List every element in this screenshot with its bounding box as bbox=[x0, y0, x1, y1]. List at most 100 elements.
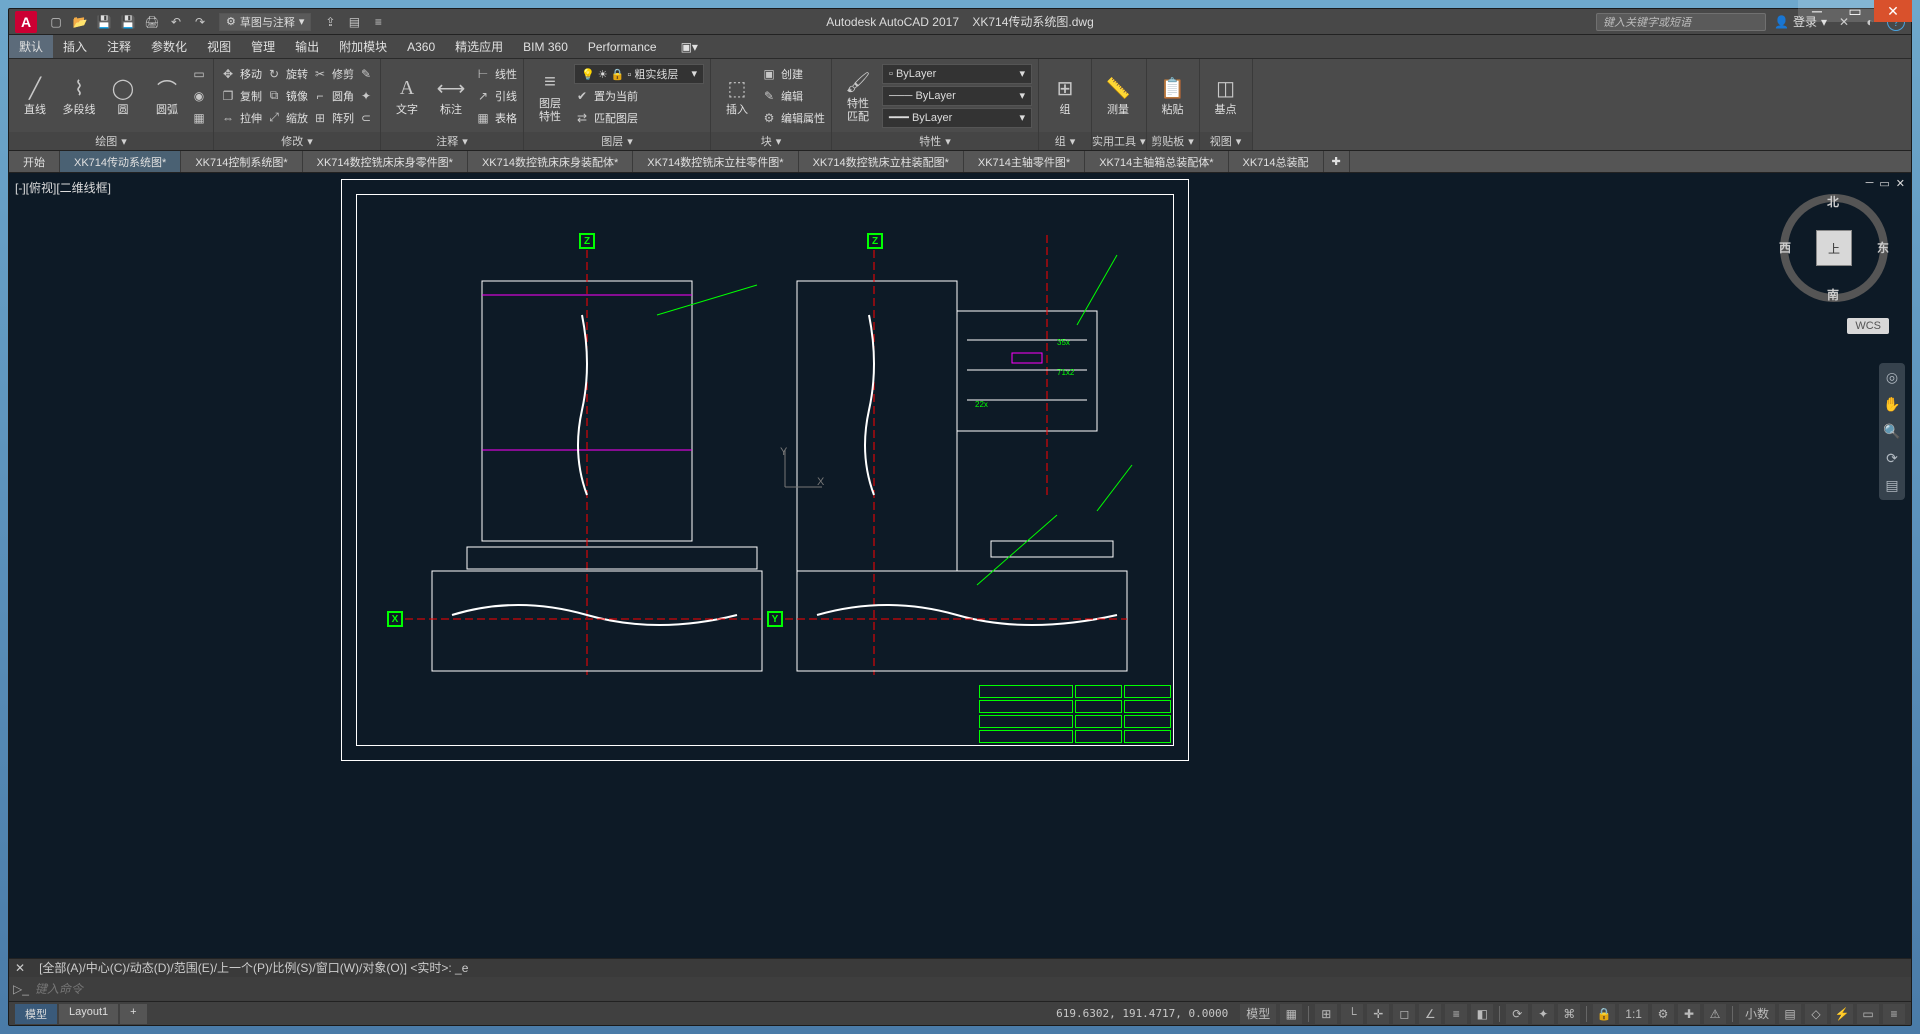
layer-props-button[interactable]: ≡图层 特性 bbox=[530, 63, 570, 129]
linear-dim-button[interactable]: ⊢线性 bbox=[475, 64, 517, 84]
layout-tab-add[interactable]: + bbox=[120, 1004, 146, 1024]
circle-button[interactable]: ◯圆 bbox=[103, 63, 143, 129]
panel-view-title[interactable]: 视图 ▾ bbox=[1200, 132, 1252, 150]
panel-draw-title[interactable]: 绘图 ▾ bbox=[9, 132, 213, 150]
command-input[interactable] bbox=[35, 982, 1907, 996]
rotate-button[interactable]: ↻旋转 bbox=[266, 64, 308, 84]
measure-button[interactable]: 📏测量 bbox=[1098, 63, 1138, 129]
tab-insert[interactable]: 插入 bbox=[53, 35, 97, 58]
wcs-badge[interactable]: WCS bbox=[1847, 318, 1889, 334]
doc-tab-9[interactable]: XK714总装配 bbox=[1229, 151, 1324, 172]
panel-block-title[interactable]: 块 ▾ bbox=[711, 132, 831, 150]
tab-manage[interactable]: 管理 bbox=[241, 35, 285, 58]
doc-tab-5[interactable]: XK714数控铣床立柱零件图* bbox=[633, 151, 798, 172]
doc-tab-2[interactable]: XK714控制系统图* bbox=[181, 151, 302, 172]
gear-button[interactable]: ⚙ bbox=[1652, 1004, 1674, 1024]
annoscale-button[interactable]: 🔒 bbox=[1593, 1004, 1615, 1024]
layer-selector[interactable]: 💡 ☀ 🔒 ▫ 粗实线层▾ bbox=[574, 64, 704, 84]
isodraft-toggle[interactable]: ◇ bbox=[1805, 1004, 1827, 1024]
fillet-button[interactable]: ⌐圆角 bbox=[312, 86, 354, 106]
linetype-selector[interactable]: ─── ByLayer▾ bbox=[882, 86, 1032, 106]
match-layer-button[interactable]: ⇄匹配图层 bbox=[574, 108, 704, 128]
block-editattr-button[interactable]: ⚙编辑属性 bbox=[761, 108, 825, 128]
viewcube-east[interactable]: 东 bbox=[1877, 239, 1889, 256]
vp-maximize-icon[interactable]: ▭ bbox=[1879, 177, 1889, 190]
draw-ellipse-button[interactable]: ◉ bbox=[191, 86, 207, 106]
block-create-button[interactable]: ▣创建 bbox=[761, 64, 825, 84]
group-button[interactable]: ⊞组 bbox=[1045, 63, 1085, 129]
panel-modify-title[interactable]: 修改 ▾ bbox=[214, 132, 380, 150]
zoom-icon[interactable]: 🔍 bbox=[1883, 423, 1900, 440]
qat-new-icon[interactable]: ▢ bbox=[47, 13, 65, 31]
stretch-button[interactable]: ⇔拉伸 bbox=[220, 108, 262, 128]
text-button[interactable]: A文字 bbox=[387, 63, 427, 129]
panel-clip-title[interactable]: 剪贴板 ▾ bbox=[1147, 132, 1199, 150]
arc-button[interactable]: ⌒圆弧 bbox=[147, 63, 187, 129]
tab-focus[interactable]: ▣▾ bbox=[671, 35, 708, 58]
qat-open-icon[interactable]: 📂 bbox=[71, 13, 89, 31]
layout-tab-layout1[interactable]: Layout1 bbox=[59, 1004, 118, 1024]
tab-annotate[interactable]: 注释 bbox=[97, 35, 141, 58]
cmd-close-icon[interactable]: ✕ bbox=[9, 961, 31, 975]
insert-button[interactable]: ⬚插入 bbox=[717, 63, 757, 129]
showmotion-icon[interactable]: ▤ bbox=[1885, 477, 1898, 494]
window-minimize-button[interactable]: ─ bbox=[1798, 0, 1836, 22]
cleanscreen-toggle[interactable]: ▭ bbox=[1857, 1004, 1879, 1024]
dynucs-toggle[interactable]: ⌘ bbox=[1558, 1004, 1580, 1024]
offset-button[interactable]: ⊂ bbox=[358, 108, 374, 128]
explode-button[interactable]: ✦ bbox=[358, 86, 374, 106]
qat-saveas-icon[interactable]: 💾 bbox=[119, 13, 137, 31]
quickprops-toggle[interactable]: ▤ bbox=[1779, 1004, 1801, 1024]
doc-tab-add[interactable]: ✚ bbox=[1324, 151, 1350, 172]
doc-tab-8[interactable]: XK714主轴箱总装配体* bbox=[1085, 151, 1228, 172]
draw-hatch-button[interactable]: ▦ bbox=[191, 108, 207, 128]
customize-button[interactable]: ≡ bbox=[1883, 1004, 1905, 1024]
doc-tab-3[interactable]: XK714数控铣床床身零件图* bbox=[303, 151, 468, 172]
qat-save-icon[interactable]: 💾 bbox=[95, 13, 113, 31]
workspace-button[interactable]: ✚ bbox=[1678, 1004, 1700, 1024]
qat-plot-icon[interactable]: 🖨 bbox=[143, 13, 161, 31]
leader-button[interactable]: ↗引线 bbox=[475, 86, 517, 106]
polar-toggle[interactable]: ✛ bbox=[1367, 1004, 1389, 1024]
cycling-toggle[interactable]: ⟳ bbox=[1506, 1004, 1528, 1024]
color-selector[interactable]: ▫ ByLayer▾ bbox=[882, 64, 1032, 84]
viewcube-west[interactable]: 西 bbox=[1779, 239, 1791, 256]
polyline-button[interactable]: ⌇多段线 bbox=[59, 63, 99, 129]
annomonitor-toggle[interactable]: ⚠ bbox=[1704, 1004, 1726, 1024]
vp-close-icon[interactable]: ✕ bbox=[1896, 177, 1905, 190]
tab-addins[interactable]: 附加模块 bbox=[329, 35, 397, 58]
erase-button[interactable]: ✎ bbox=[358, 64, 374, 84]
panel-layers-title[interactable]: 图层 ▾ bbox=[524, 132, 710, 150]
viewcube-south[interactable]: 南 bbox=[1827, 286, 1839, 303]
lineweight-toggle[interactable]: ≡ bbox=[1445, 1004, 1467, 1024]
panel-annot-title[interactable]: 注释 ▾ bbox=[381, 132, 523, 150]
mirror-button[interactable]: ⧉镜像 bbox=[266, 86, 308, 106]
osnap-toggle[interactable]: ◻ bbox=[1393, 1004, 1415, 1024]
tab-performance[interactable]: Performance bbox=[578, 35, 667, 58]
trim-button[interactable]: ✂修剪 bbox=[312, 64, 354, 84]
qat-undo-icon[interactable]: ↶ bbox=[167, 13, 185, 31]
scale-button[interactable]: 1:1 bbox=[1619, 1004, 1648, 1024]
tab-view[interactable]: 视图 bbox=[197, 35, 241, 58]
vp-minimize-icon[interactable]: ─ bbox=[1866, 177, 1874, 190]
orbit-icon[interactable]: ⟳ bbox=[1886, 450, 1898, 467]
doc-tab-6[interactable]: XK714数控铣床立柱装配图* bbox=[799, 151, 964, 172]
ortho-toggle[interactable]: └ bbox=[1341, 1004, 1363, 1024]
doc-tab-1[interactable]: XK714传动系统图* bbox=[60, 151, 181, 172]
model-space-button[interactable]: 模型 bbox=[1240, 1004, 1276, 1024]
match-props-button[interactable]: 🖌特性 匹配 bbox=[838, 63, 878, 129]
array-button[interactable]: ⊞阵列 bbox=[312, 108, 354, 128]
tab-a360[interactable]: A360 bbox=[397, 35, 445, 58]
paste-button[interactable]: 📋粘贴 bbox=[1153, 63, 1193, 129]
transparency-toggle[interactable]: ◧ bbox=[1471, 1004, 1493, 1024]
help-search-input[interactable]: 键入关键字或短语 bbox=[1596, 13, 1766, 31]
make-current-button[interactable]: ✔置为当前 bbox=[574, 86, 704, 106]
viewport-label[interactable]: [-][俯视][二维线框] bbox=[15, 179, 111, 196]
line-button[interactable]: ╱直线 bbox=[15, 63, 55, 129]
pan-icon[interactable]: ✋ bbox=[1883, 396, 1900, 413]
tab-output[interactable]: 输出 bbox=[285, 35, 329, 58]
qat-share-icon[interactable]: ⇪ bbox=[321, 13, 339, 31]
scale-button[interactable]: ⤢缩放 bbox=[266, 108, 308, 128]
lineweight-selector[interactable]: ━━━ ByLayer▾ bbox=[882, 108, 1032, 128]
tab-bim360[interactable]: BIM 360 bbox=[513, 35, 578, 58]
